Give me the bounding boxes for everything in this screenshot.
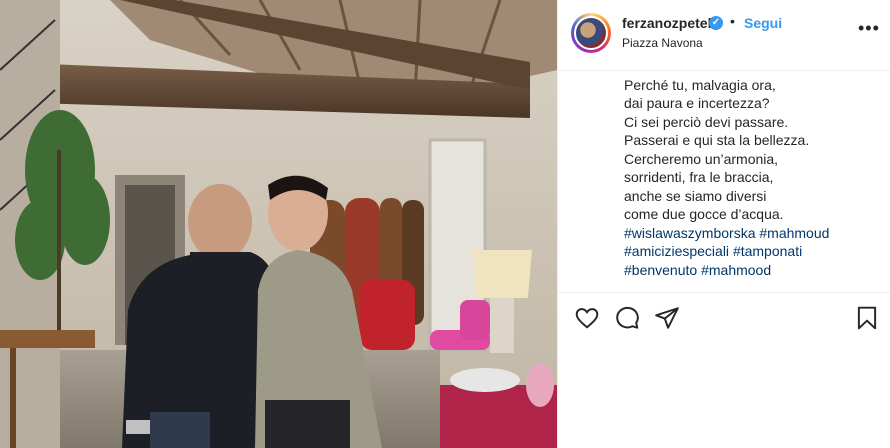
instagram-post: ferzanozpetek ✓ • Segui Piazza Navona ••… — [0, 0, 890, 448]
post-photo[interactable] — [0, 0, 557, 448]
caption-line: dai paura e incertezza? — [624, 95, 770, 111]
hashtag-link[interactable]: #mahmoud — [759, 225, 829, 241]
hashtag-link[interactable]: #benvenuto — [624, 262, 697, 278]
heart-icon[interactable] — [574, 305, 600, 331]
hashtag-link[interactable]: #tamponati — [733, 243, 802, 259]
hashtag-link[interactable]: #wislawaszymborska — [624, 225, 755, 241]
hashtag-line: #wislawaszymborska #mahmoud — [624, 224, 879, 243]
caption-line: Ci sei perciò devi passare. — [624, 113, 789, 130]
avatar[interactable] — [571, 13, 611, 53]
hashtag-link[interactable]: #amiciziespeciali — [624, 243, 729, 259]
action-bar — [558, 292, 890, 345]
hashtag-line: #benvenuto #mahmood — [624, 261, 879, 280]
bookmark-icon[interactable] — [854, 305, 880, 331]
photo-scene — [0, 0, 557, 448]
comment-icon[interactable] — [614, 305, 640, 331]
caption-line: Perché tu, malvagia ora, — [624, 76, 776, 93]
hashtag-line: #amiciziespeciali #tamponati — [624, 242, 879, 261]
post-header: ferzanozpetek ✓ • Segui Piazza Navona ••… — [558, 0, 890, 71]
follow-button[interactable]: Segui — [744, 15, 782, 31]
caption-line: come due gocce d’acqua. — [624, 206, 784, 222]
caption-line: sorridenti, fra le braccia, — [624, 169, 774, 185]
share-icon[interactable] — [654, 305, 680, 331]
caption: Perché tu, malvagia ora, dai paura e inc… — [624, 70, 879, 290]
username[interactable]: ferzanozpetek — [622, 15, 715, 31]
caption-line: Cercheremo un’armonia, — [624, 150, 779, 167]
caption-line: anche se siamo diversi — [624, 187, 767, 204]
location-link[interactable]: Piazza Navona — [622, 36, 703, 50]
caption-line: Passerai e qui sta la bellezza. — [624, 132, 810, 148]
hashtag-link[interactable]: #mahmood — [701, 262, 771, 278]
more-options-icon[interactable]: ••• — [858, 18, 880, 39]
verified-badge-icon: ✓ — [709, 16, 723, 30]
separator-dot: • — [730, 13, 735, 29]
post-sidebar: ferzanozpetek ✓ • Segui Piazza Navona ••… — [557, 0, 890, 448]
avatar-image — [574, 16, 608, 50]
